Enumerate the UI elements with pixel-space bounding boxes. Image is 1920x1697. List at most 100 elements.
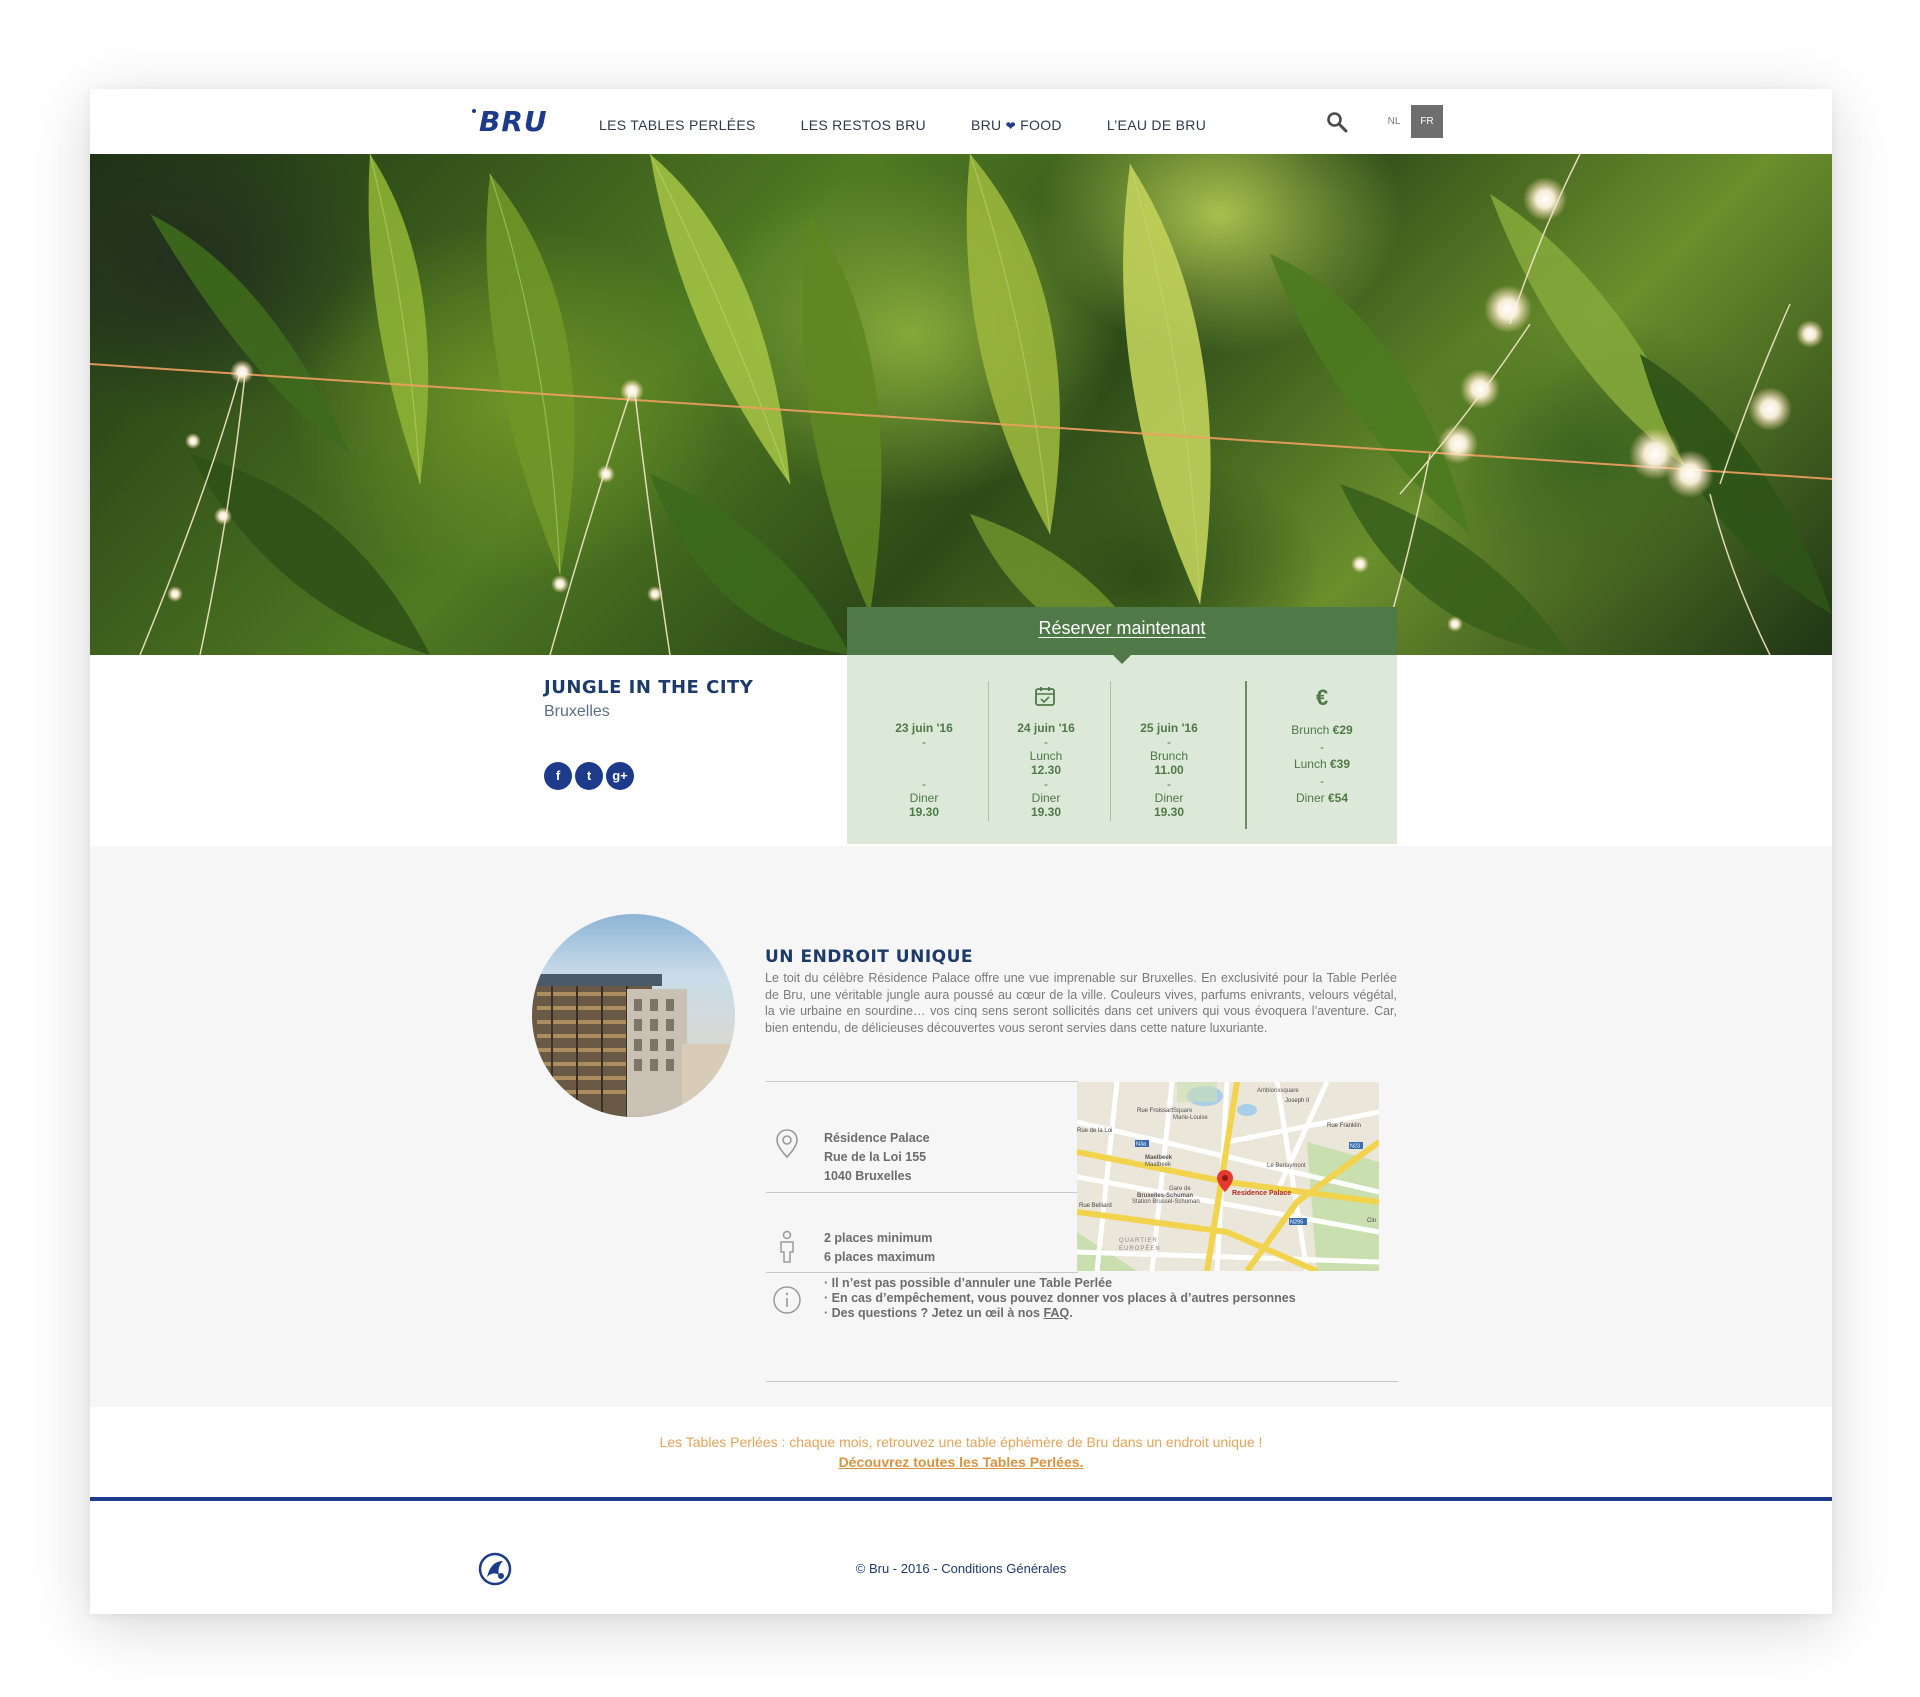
date-dash: - <box>1167 777 1171 791</box>
venue-photo <box>532 914 735 1117</box>
venue-section <box>90 846 1832 1407</box>
note-item: · Il n’est pas possible d’annuler une Ta… <box>824 1276 1113 1290</box>
address-line: Rue de la Loi 155 <box>824 1150 927 1164</box>
places-max: 6 places maximum <box>824 1250 936 1264</box>
person-icon <box>780 1230 794 1263</box>
places-info: 2 places minimum 6 places maximum <box>824 1229 935 1267</box>
address-line: Résidence Palace <box>824 1131 930 1145</box>
booking-notch <box>1113 655 1131 664</box>
logo-text: BRU <box>479 105 548 138</box>
map-square-label: Square <box>1173 1108 1193 1114</box>
date-label: 23 juin '16 <box>895 721 953 735</box>
map-n295-label: N295 <box>1290 1220 1303 1226</box>
map-n3a-label: N3a <box>1136 1142 1147 1148</box>
price-row: Brunch €29 <box>1257 722 1387 739</box>
info-icon <box>773 1286 801 1314</box>
map-v-label: Joseph II <box>1285 1098 1310 1104</box>
conditions-link[interactable]: Conditions Générales <box>941 1561 1066 1576</box>
calendar-icon <box>1035 687 1055 706</box>
date-dash: - <box>1044 777 1048 791</box>
hero-image <box>90 154 1832 655</box>
faq-prefix: · Des questions ? Jetez un œil à nos <box>824 1306 1044 1320</box>
bru-logo[interactable]: BRU <box>472 105 548 138</box>
date-dash: - <box>922 777 926 791</box>
site-header: BRU LES TABLES PERLÉES LES RESTOS BRU BR… <box>90 89 1832 154</box>
nav-bru-food-label: FOOD <box>1020 117 1062 133</box>
footer-divider <box>90 1497 1832 1501</box>
date-dash: - <box>922 735 926 749</box>
main-nav: LES TABLES PERLÉES LES RESTOS BRU BRU ❤ … <box>599 117 1251 133</box>
date-dash: - <box>1167 735 1171 749</box>
faq-suffix: . <box>1069 1306 1073 1320</box>
brunch-time: 11.00 <box>1154 763 1184 777</box>
divider <box>766 1272 1078 1273</box>
diner-label: Diner <box>1031 791 1061 805</box>
location-pin-icon <box>776 1129 798 1159</box>
price-label: Diner <box>1295 791 1325 805</box>
note-item: · Des questions ? Jetez un œil à nos FAQ… <box>824 1306 1296 1321</box>
hero-jungle-illustration <box>90 154 1832 655</box>
map-n23-label: N23 <box>1350 1144 1360 1150</box>
copyright-text: © Bru - 2016 - <box>855 1561 942 1576</box>
divider <box>766 1192 1078 1193</box>
lunch-time: 12.30 <box>1030 763 1062 777</box>
price-label: Lunch <box>1293 757 1327 771</box>
map-europeen-label: EUROPÉEN <box>1119 1245 1161 1252</box>
search-icon[interactable] <box>1326 111 1348 133</box>
facebook-icon[interactable]: f <box>544 762 572 790</box>
map-quartier-label: QUARTIER <box>1119 1238 1158 1244</box>
diner-label: Diner <box>1154 791 1184 805</box>
venue-title: UN ENDROIT UNIQUE <box>765 947 974 967</box>
nav-tables-perlees[interactable]: LES TABLES PERLÉES <box>599 117 756 133</box>
price-value: €39 <box>1330 757 1351 771</box>
venue-address: Résidence Palace Rue de la Loi 155 1040 … <box>824 1129 930 1186</box>
logo-dot-icon <box>472 109 476 113</box>
price-row: Lunch €39 <box>1257 756 1387 773</box>
twitter-icon[interactable]: t <box>575 762 603 790</box>
price-label: Brunch <box>1291 723 1330 737</box>
diner-time: 19.30 <box>1153 805 1185 819</box>
price-list: Brunch €29 - Lunch €39 - Diner €54 <box>1257 722 1387 807</box>
all-tables-link[interactable]: Découvrez toutes les Tables Perlées. <box>839 1454 1084 1470</box>
language-fr[interactable]: FR <box>1411 105 1443 138</box>
map-berlaymont-label: Le Berlaymont <box>1267 1163 1306 1169</box>
lunch-label <box>869 749 979 763</box>
heart-icon: ❤ <box>1005 119 1016 133</box>
map-marie-label: Marie-Louise <box>1173 1115 1208 1121</box>
date-separator <box>988 681 989 821</box>
map-gare-label: Gare de <box>1169 1186 1191 1192</box>
google-plus-icon[interactable]: g+ <box>606 762 634 790</box>
map-belliard-label: Rue Belliard <box>1079 1203 1112 1209</box>
map-gare3-label: Station Brussel-Schuman <box>1132 1199 1200 1205</box>
lunch-label: Lunch <box>1029 749 1063 763</box>
date-column-1[interactable]: 23 juin '16 - - Diner 19.30 <box>869 721 979 819</box>
places-min: 2 places minimum <box>824 1231 933 1245</box>
date-column-2[interactable]: 24 juin '16 - Lunch 12.30 - Diner 19.30 <box>991 721 1101 819</box>
map-b1-label: Rue de la Loi <box>1077 1128 1112 1134</box>
map-illustration: Square Marie-Louise Ambiorixsquare Maelb… <box>1077 1082 1379 1271</box>
nav-bru-food[interactable]: BRU ❤ FOOD <box>971 117 1062 133</box>
price-value: €29 <box>1332 723 1353 737</box>
date-separator <box>1110 681 1111 821</box>
map-ambiorix-label: Ambiorixsquare <box>1257 1088 1299 1094</box>
venue-map[interactable]: Square Marie-Louise Ambiorixsquare Maelb… <box>1077 1082 1379 1271</box>
nav-restos-bru[interactable]: LES RESTOS BRU <box>801 117 926 133</box>
date-column-3[interactable]: 25 juin '16 - Brunch 11.00 - Diner 19.30 <box>1114 721 1224 819</box>
book-now-button[interactable]: Réserver maintenant <box>847 607 1397 655</box>
note-item: · En cas d’empêchement, vous pouvez donn… <box>824 1291 1296 1305</box>
nav-eau-de-bru[interactable]: L’EAU DE BRU <box>1107 117 1206 133</box>
language-nl[interactable]: NL <box>1378 105 1410 138</box>
map-maelbeek-sub-label: Maalbeek <box>1145 1162 1172 1168</box>
map-froissart-label: Rue Froissart <box>1137 1108 1173 1114</box>
diner-time: 19.30 <box>908 805 940 819</box>
price-row: Diner €54 <box>1257 790 1387 807</box>
copyright: © Bru - 2016 - Conditions Générales <box>90 1561 1832 1576</box>
diner-label: Diner <box>909 791 939 805</box>
divider <box>766 1081 1078 1082</box>
date-dash: - <box>1044 735 1048 749</box>
diner-time: 19.30 <box>1030 805 1062 819</box>
faq-link[interactable]: FAQ <box>1043 1306 1069 1320</box>
divider <box>766 1381 1398 1382</box>
address-line: 1040 Bruxelles <box>824 1169 912 1183</box>
date-label: 25 juin '16 <box>1140 721 1198 735</box>
